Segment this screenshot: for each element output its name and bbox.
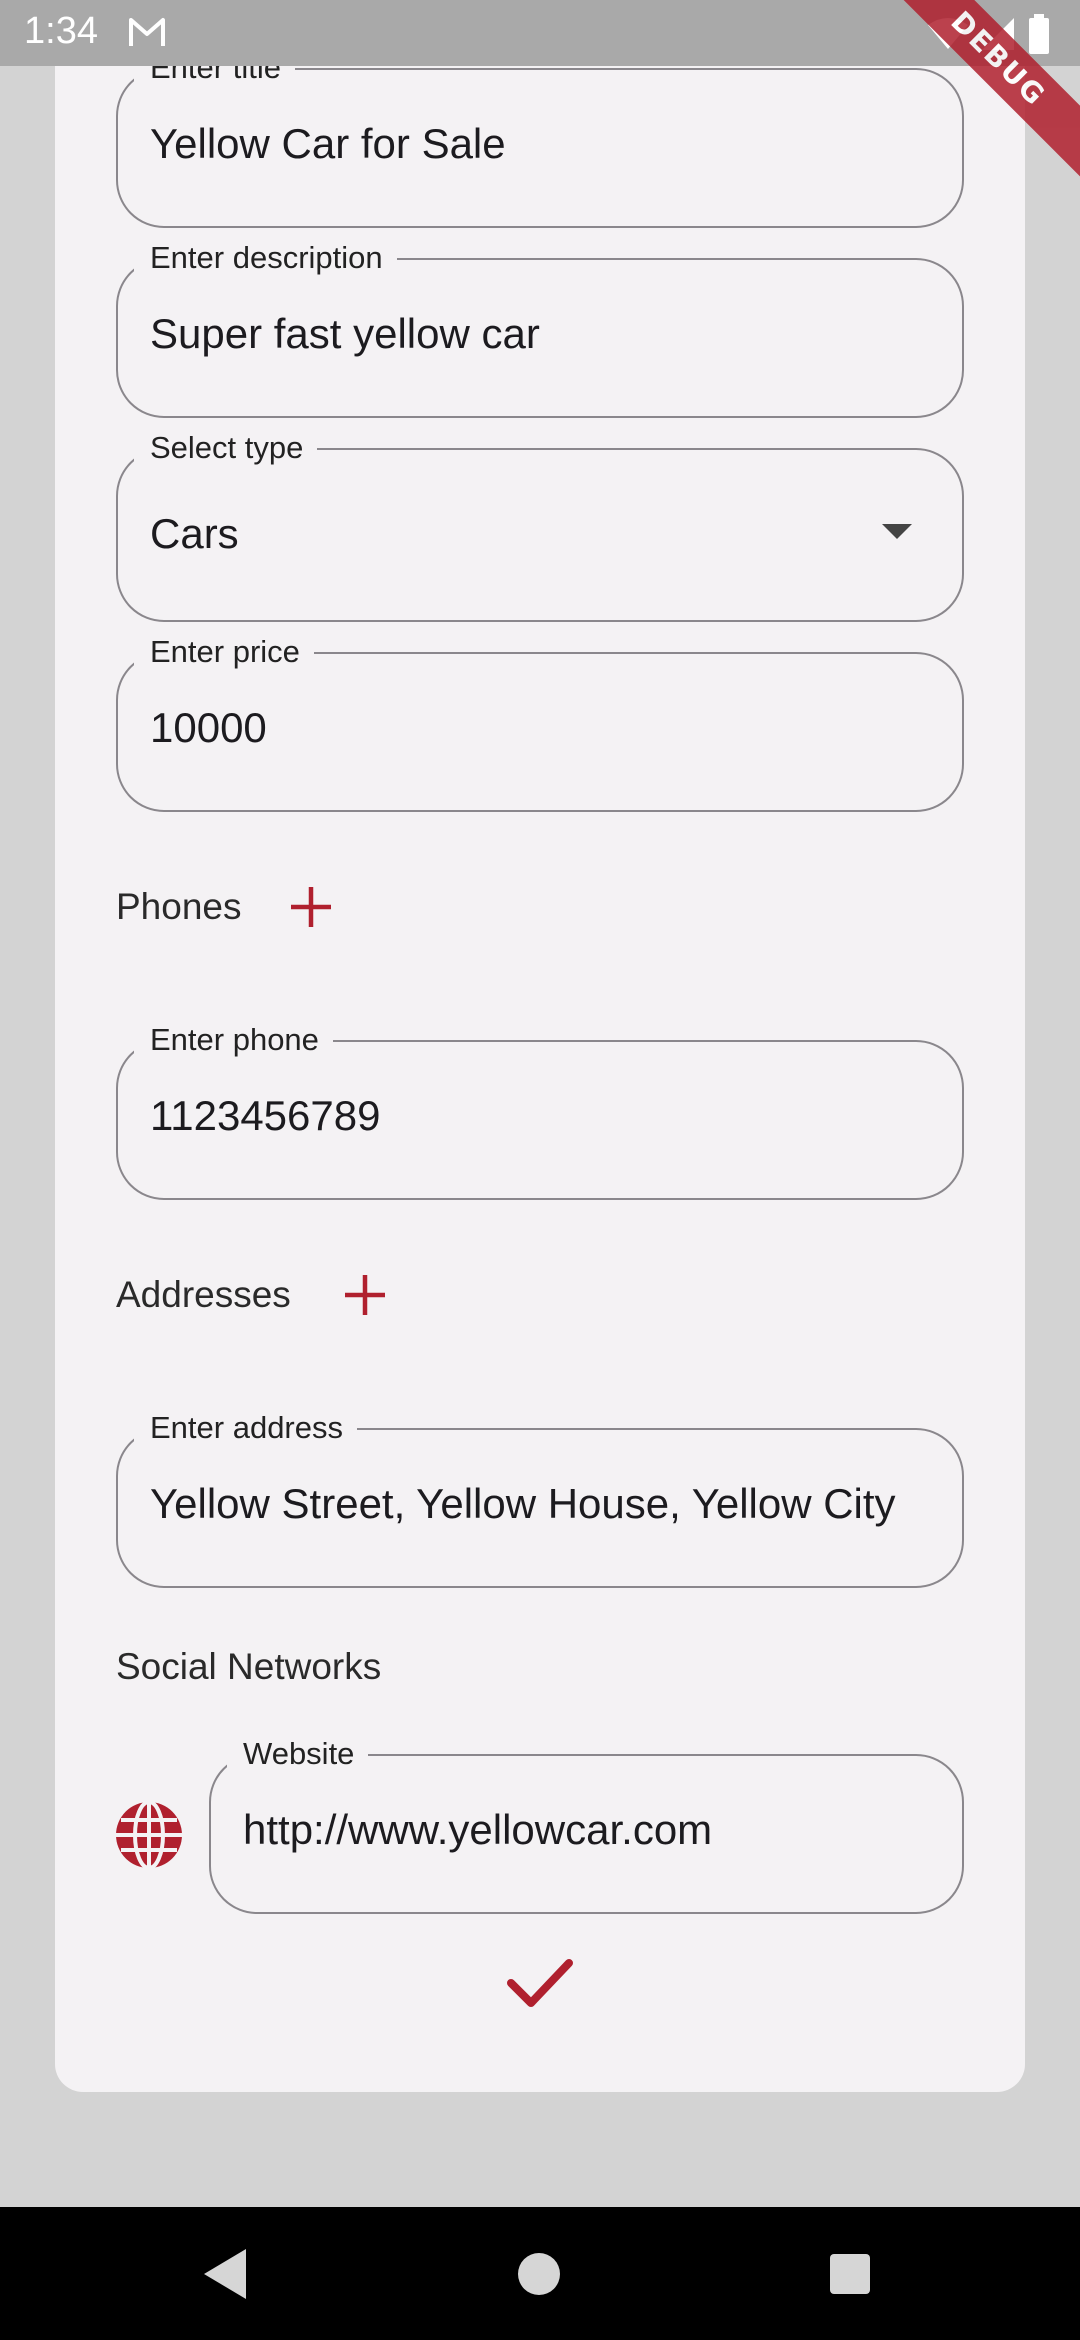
address-field[interactable]: Enter address Yellow Street, Yellow Hous… (116, 1408, 964, 1588)
type-dropdown[interactable]: Select type Cars (116, 428, 964, 622)
type-label: Select type (134, 428, 318, 468)
description-value: Super fast yellow car (150, 310, 540, 357)
navigation-bar (0, 2207, 1080, 2340)
type-value: Cars (150, 510, 239, 557)
recents-icon[interactable] (830, 2254, 870, 2294)
status-time: 1:34 (24, 10, 98, 52)
phone-label: Enter phone (134, 1020, 333, 1060)
gmail-icon (129, 18, 165, 46)
battery-icon (1029, 14, 1049, 54)
dropdown-arrow-icon (882, 524, 912, 539)
address-label: Enter address (134, 1408, 357, 1448)
addresses-section-label: Addresses (116, 1274, 291, 1315)
home-icon[interactable] (518, 2253, 560, 2295)
globe-icon (116, 1800, 182, 1870)
title-field[interactable]: Enter title Yellow Car for Sale (116, 48, 964, 228)
phones-section-label: Phones (116, 886, 242, 927)
website-field[interactable]: Website http://www.yellowcar.com (209, 1734, 964, 1914)
phone-field[interactable]: Enter phone 1123456789 (116, 1020, 964, 1200)
price-value: 10000 (150, 704, 267, 751)
social-networks-label: Social Networks (116, 1646, 382, 1687)
add-address-button[interactable] (335, 1265, 395, 1325)
add-phone-button[interactable] (281, 877, 341, 937)
phone-value: 1123456789 (150, 1092, 381, 1139)
description-label: Enter description (134, 238, 397, 278)
price-field[interactable]: Enter price 10000 (116, 632, 964, 812)
title-value: Yellow Car for Sale (150, 120, 506, 167)
address-value: Yellow Street, Yellow House, Yellow City (150, 1480, 896, 1527)
description-field[interactable]: Enter description Super fast yellow car (116, 238, 964, 418)
back-icon[interactable] (200, 2247, 250, 2301)
price-label: Enter price (134, 632, 314, 672)
submit-check-button[interactable] (505, 1953, 575, 2013)
website-label: Website (227, 1734, 369, 1774)
website-value: http://www.yellowcar.com (243, 1806, 713, 1853)
